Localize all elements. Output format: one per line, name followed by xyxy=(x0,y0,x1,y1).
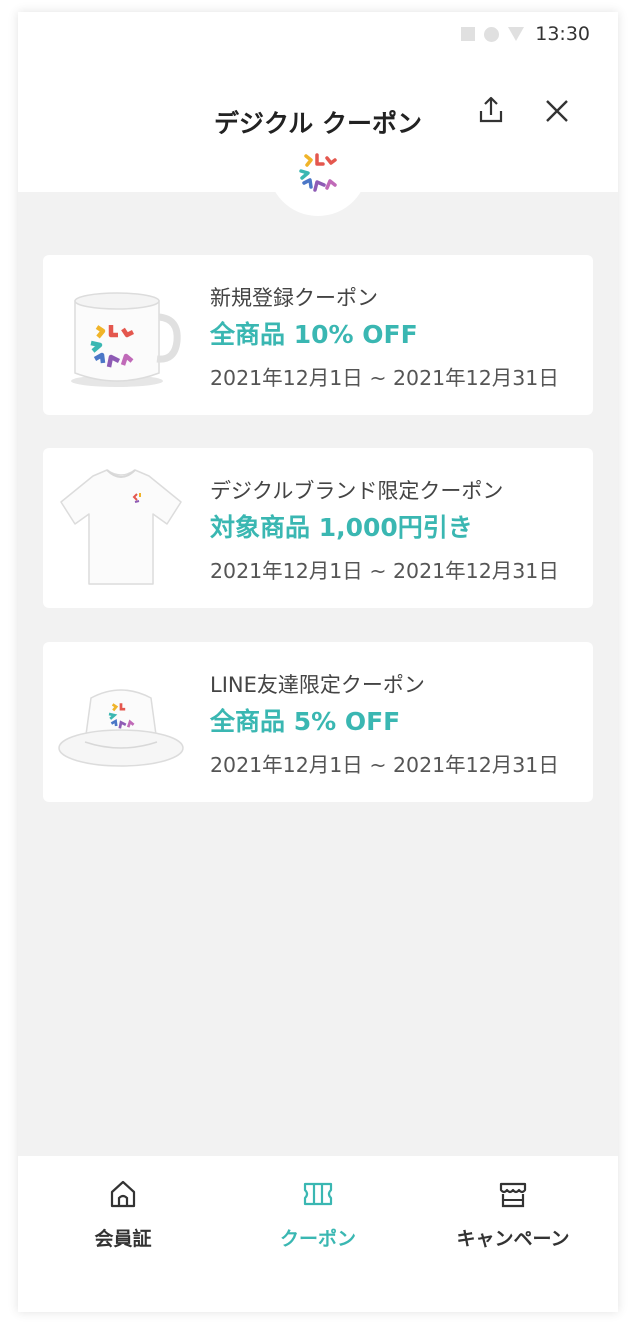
mug-image xyxy=(71,292,181,387)
notification-icon xyxy=(461,27,476,41)
close-icon xyxy=(546,100,568,122)
coupon-period: 2021年12月1日 ~ 2021年12月31日 xyxy=(210,753,559,777)
tab-coupon[interactable]: クーポン xyxy=(218,1178,418,1258)
brand-logo-icon xyxy=(299,153,337,192)
bottom-tab-bar: 会員証 クーポン キャンペーン xyxy=(18,1156,618,1312)
coupon-card[interactable]: デジクルブランド限定クーポン 対象商品 1,000円引き 2021年12月1日 … xyxy=(43,448,593,608)
t-shirt-image xyxy=(60,469,182,585)
page-title: デジクル クーポン xyxy=(214,109,422,138)
status-time: 13:30 xyxy=(535,23,590,45)
tab-label: キャンペーン xyxy=(456,1228,570,1250)
store-icon xyxy=(499,1182,527,1208)
coupon-name: 新規登録クーポン xyxy=(210,286,378,310)
coupon-offer: 全商品 10% OFF xyxy=(210,320,418,349)
coupon-offer: 全商品 5% OFF xyxy=(210,707,401,736)
bucket-hat-image xyxy=(58,689,184,767)
tab-label: クーポン xyxy=(279,1228,356,1250)
tab-campaign[interactable]: キャンペーン xyxy=(413,1178,613,1258)
coupon-card[interactable]: 新規登録クーポン 全商品 10% OFF 2021年12月1日 ~ 2021年1… xyxy=(43,255,593,415)
phone-screen: 13:30 デジクル クーポン 新規登録クーポン 全商品 10% OFF 202… xyxy=(18,12,618,1312)
ticket-icon xyxy=(303,1182,333,1206)
share-button[interactable] xyxy=(476,94,506,128)
coupon-name: デジクルブランド限定クーポン xyxy=(210,479,504,503)
signal-icon xyxy=(508,27,525,41)
coupon-card[interactable]: LINE友達限定クーポン 全商品 5% OFF 2021年12月1日 ~ 202… xyxy=(43,642,593,802)
share-icon xyxy=(479,96,503,123)
coupon-period: 2021年12月1日 ~ 2021年12月31日 xyxy=(210,366,559,390)
tab-label: 会員証 xyxy=(94,1228,152,1250)
coupon-name: LINE友達限定クーポン xyxy=(210,673,425,697)
coupon-period: 2021年12月1日 ~ 2021年12月31日 xyxy=(210,559,559,583)
coupon-offer: 対象商品 1,000円引き xyxy=(210,513,473,542)
circle-icon xyxy=(484,26,500,42)
tab-membership-card[interactable]: 会員証 xyxy=(23,1178,223,1258)
home-icon xyxy=(110,1180,136,1208)
status-bar: 13:30 xyxy=(18,12,618,56)
close-button[interactable] xyxy=(542,96,572,126)
